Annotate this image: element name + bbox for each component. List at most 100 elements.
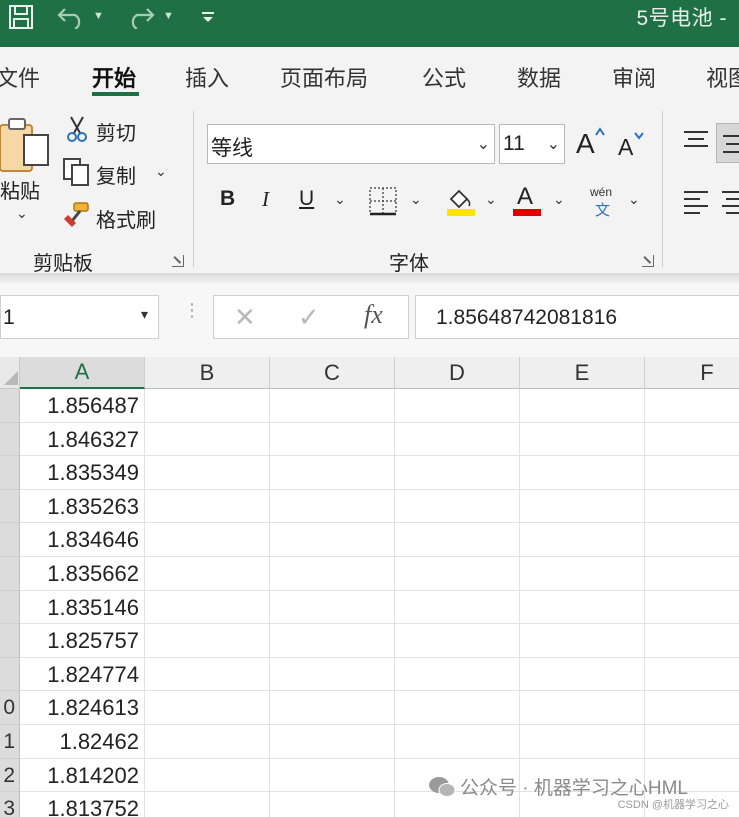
- row-header[interactable]: [0, 389, 20, 423]
- insert-function-icon[interactable]: fx: [364, 300, 383, 330]
- row-header[interactable]: 2: [0, 758, 20, 793]
- cell-empty[interactable]: [270, 657, 395, 692]
- cell-empty[interactable]: [520, 489, 645, 524]
- cell-empty[interactable]: [395, 725, 520, 759]
- align-middle-icon[interactable]: [716, 123, 739, 163]
- cell-empty[interactable]: [145, 725, 270, 759]
- undo-dropdown-icon[interactable]: ▼: [93, 10, 104, 22]
- cell-empty[interactable]: [520, 590, 645, 625]
- font-launcher-icon[interactable]: [642, 255, 654, 267]
- cell-empty[interactable]: [645, 523, 739, 557]
- cut-icon[interactable]: [64, 115, 90, 143]
- cell-empty[interactable]: [270, 725, 395, 759]
- cell-empty[interactable]: [645, 624, 739, 658]
- cell-empty[interactable]: [395, 590, 520, 625]
- cell-empty[interactable]: [520, 523, 645, 557]
- column-header-d[interactable]: D: [395, 357, 520, 389]
- phonetic-dropdown-icon[interactable]: ⌄: [628, 191, 640, 208]
- cell-empty[interactable]: [645, 422, 739, 457]
- tab-formulas[interactable]: 公式: [422, 61, 466, 93]
- cell-empty[interactable]: [270, 489, 395, 524]
- cell-empty[interactable]: [145, 456, 270, 490]
- cell-value[interactable]: 1.835662: [20, 557, 145, 591]
- redo-dropdown-icon[interactable]: ▼: [163, 10, 174, 22]
- formula-bar-grip-icon[interactable]: ⋮: [183, 301, 201, 319]
- cell-empty[interactable]: [270, 792, 395, 817]
- cell-empty[interactable]: [145, 489, 270, 524]
- cell-empty[interactable]: [270, 523, 395, 557]
- cell-empty[interactable]: [645, 456, 739, 490]
- font-size-select[interactable]: 11 ⌄: [499, 124, 565, 164]
- cell-empty[interactable]: [395, 422, 520, 457]
- tab-view[interactable]: 视图: [706, 61, 739, 93]
- cell-empty[interactable]: [270, 590, 395, 625]
- row-header[interactable]: 3: [0, 792, 20, 817]
- clipboard-launcher-icon[interactable]: [172, 255, 184, 267]
- cell-empty[interactable]: [520, 389, 645, 423]
- align-top-icon[interactable]: [682, 129, 710, 153]
- cell-empty[interactable]: [520, 456, 645, 490]
- tab-page-layout[interactable]: 页面布局: [280, 61, 368, 93]
- save-icon[interactable]: [4, 0, 38, 34]
- column-header-c[interactable]: C: [270, 357, 395, 389]
- tab-review[interactable]: 审阅: [612, 61, 656, 93]
- select-all-button[interactable]: [0, 357, 20, 389]
- bold-button[interactable]: B: [220, 187, 235, 211]
- cell-empty[interactable]: [645, 389, 739, 423]
- cell-empty[interactable]: [645, 489, 739, 524]
- column-header-e[interactable]: E: [520, 357, 645, 389]
- paste-icon[interactable]: [0, 115, 52, 175]
- fill-color-icon[interactable]: [445, 185, 477, 217]
- tab-data[interactable]: 数据: [517, 61, 561, 93]
- cell-empty[interactable]: [270, 456, 395, 490]
- cell-value[interactable]: 1.835349: [20, 456, 145, 490]
- cell-value[interactable]: 1.835263: [20, 489, 145, 524]
- copy-button[interactable]: 复制: [96, 160, 136, 189]
- cell-empty[interactable]: [645, 557, 739, 591]
- customize-toolbar-icon[interactable]: [196, 0, 220, 34]
- cell-empty[interactable]: [270, 758, 395, 793]
- cell-value[interactable]: 1.824613: [20, 691, 145, 725]
- row-header[interactable]: 1: [0, 725, 20, 759]
- cell-empty[interactable]: [145, 523, 270, 557]
- underline-button[interactable]: U: [299, 187, 314, 211]
- underline-dropdown-icon[interactable]: ⌄: [334, 191, 346, 208]
- font-color-icon[interactable]: A: [511, 183, 543, 217]
- cell-value[interactable]: 1.824774: [20, 657, 145, 692]
- cancel-entry-icon[interactable]: ✕: [234, 302, 256, 333]
- row-header[interactable]: [0, 557, 20, 591]
- cell-empty[interactable]: [145, 590, 270, 625]
- cell-empty[interactable]: [145, 557, 270, 591]
- row-header[interactable]: 0: [0, 691, 20, 725]
- cell-empty[interactable]: [645, 657, 739, 692]
- copy-dropdown-icon[interactable]: ⌄: [155, 163, 167, 180]
- copy-icon[interactable]: [62, 157, 92, 187]
- cell-empty[interactable]: [645, 691, 739, 725]
- cell-value[interactable]: 1.846327: [20, 422, 145, 457]
- cell-empty[interactable]: [145, 691, 270, 725]
- row-header[interactable]: [0, 523, 20, 557]
- cell-value[interactable]: 1.825757: [20, 624, 145, 658]
- row-header[interactable]: [0, 422, 20, 457]
- cell-empty[interactable]: [145, 422, 270, 457]
- tab-file[interactable]: 文件: [0, 61, 40, 93]
- fill-color-dropdown-icon[interactable]: ⌄: [485, 191, 497, 208]
- cell-empty[interactable]: [645, 590, 739, 625]
- tab-home[interactable]: 开始: [92, 61, 136, 93]
- undo-icon[interactable]: [54, 0, 88, 34]
- cell-empty[interactable]: [520, 557, 645, 591]
- cell-empty[interactable]: [145, 792, 270, 817]
- cell-empty[interactable]: [520, 691, 645, 725]
- format-painter-icon[interactable]: [62, 201, 92, 229]
- italic-button[interactable]: I: [262, 187, 269, 212]
- phonetic-guide-icon[interactable]: wén 文: [588, 185, 620, 219]
- cell-empty[interactable]: [270, 389, 395, 423]
- cell-empty[interactable]: [395, 557, 520, 591]
- cut-button[interactable]: 剪切: [96, 117, 136, 146]
- cell-empty[interactable]: [395, 691, 520, 725]
- cell-empty[interactable]: [270, 422, 395, 457]
- formula-input[interactable]: 1.85648742081816: [415, 295, 739, 339]
- cell-empty[interactable]: [395, 456, 520, 490]
- cell-empty[interactable]: [145, 624, 270, 658]
- cell-empty[interactable]: [645, 725, 739, 759]
